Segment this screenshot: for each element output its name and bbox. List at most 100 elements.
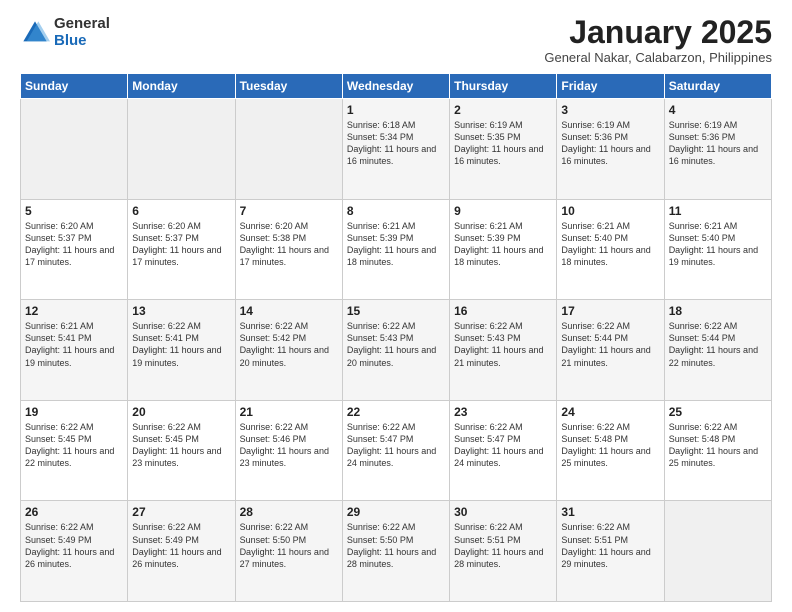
page: General Blue January 2025 General Nakar,… [0, 0, 792, 612]
day-number: 18 [669, 304, 767, 318]
day-number: 19 [25, 405, 123, 419]
calendar-day-cell: 14 Sunrise: 6:22 AM Sunset: 5:42 PM Dayli… [235, 300, 342, 401]
day-info: Sunrise: 6:22 AM Sunset: 5:51 PM Dayligh… [454, 521, 552, 570]
calendar-day-cell [21, 99, 128, 200]
day-number: 17 [561, 304, 659, 318]
day-number: 26 [25, 505, 123, 519]
calendar-day-cell: 31 Sunrise: 6:22 AM Sunset: 5:51 PM Dayli… [557, 501, 664, 602]
calendar-day-cell: 30 Sunrise: 6:22 AM Sunset: 5:51 PM Dayli… [450, 501, 557, 602]
day-info: Sunrise: 6:22 AM Sunset: 5:47 PM Dayligh… [347, 421, 445, 470]
calendar-day-cell: 23 Sunrise: 6:22 AM Sunset: 5:47 PM Dayli… [450, 400, 557, 501]
calendar-day-cell: 12 Sunrise: 6:21 AM Sunset: 5:41 PM Dayli… [21, 300, 128, 401]
day-info: Sunrise: 6:20 AM Sunset: 5:38 PM Dayligh… [240, 220, 338, 269]
calendar-header: SundayMondayTuesdayWednesdayThursdayFrid… [21, 74, 772, 99]
calendar-day-cell: 15 Sunrise: 6:22 AM Sunset: 5:43 PM Dayli… [342, 300, 449, 401]
calendar-day-cell: 18 Sunrise: 6:22 AM Sunset: 5:44 PM Dayli… [664, 300, 771, 401]
logo-icon [20, 18, 50, 48]
day-number: 14 [240, 304, 338, 318]
day-number: 29 [347, 505, 445, 519]
day-info: Sunrise: 6:21 AM Sunset: 5:40 PM Dayligh… [669, 220, 767, 269]
day-number: 30 [454, 505, 552, 519]
day-info: Sunrise: 6:22 AM Sunset: 5:46 PM Dayligh… [240, 421, 338, 470]
day-number: 2 [454, 103, 552, 117]
calendar-day-cell [235, 99, 342, 200]
title-block: January 2025 General Nakar, Calabarzon, … [544, 16, 772, 65]
title-month: January 2025 [544, 16, 772, 48]
day-info: Sunrise: 6:21 AM Sunset: 5:41 PM Dayligh… [25, 320, 123, 369]
calendar-week-row: 1Sunrise: 6:18 AM Sunset: 5:34 PM Daylig… [21, 99, 772, 200]
logo-general: General [54, 16, 110, 33]
weekday-header: Monday [128, 74, 235, 99]
calendar-table: SundayMondayTuesdayWednesdayThursdayFrid… [20, 73, 772, 602]
logo-blue-text: Blue [54, 33, 110, 50]
day-number: 7 [240, 204, 338, 218]
day-number: 6 [132, 204, 230, 218]
day-number: 31 [561, 505, 659, 519]
day-info: Sunrise: 6:19 AM Sunset: 5:36 PM Dayligh… [561, 119, 659, 168]
day-info: Sunrise: 6:22 AM Sunset: 5:51 PM Dayligh… [561, 521, 659, 570]
day-info: Sunrise: 6:22 AM Sunset: 5:50 PM Dayligh… [347, 521, 445, 570]
day-info: Sunrise: 6:22 AM Sunset: 5:49 PM Dayligh… [25, 521, 123, 570]
calendar-week-row: 12 Sunrise: 6:21 AM Sunset: 5:41 PM Dayli… [21, 300, 772, 401]
day-info: Sunrise: 6:21 AM Sunset: 5:39 PM Dayligh… [454, 220, 552, 269]
calendar-day-cell: 20 Sunrise: 6:22 AM Sunset: 5:45 PM Dayli… [128, 400, 235, 501]
day-number: 25 [669, 405, 767, 419]
day-number: 4 [669, 103, 767, 117]
calendar-day-cell: 6 Sunrise: 6:20 AM Sunset: 5:37 PM Daylig… [128, 199, 235, 300]
weekday-header: Wednesday [342, 74, 449, 99]
calendar-day-cell: 28 Sunrise: 6:22 AM Sunset: 5:50 PM Dayli… [235, 501, 342, 602]
calendar-week-row: 19 Sunrise: 6:22 AM Sunset: 5:45 PM Dayli… [21, 400, 772, 501]
day-info: Sunrise: 6:20 AM Sunset: 5:37 PM Dayligh… [25, 220, 123, 269]
calendar-body: 1Sunrise: 6:18 AM Sunset: 5:34 PM Daylig… [21, 99, 772, 602]
title-location: General Nakar, Calabarzon, Philippines [544, 50, 772, 65]
day-number: 13 [132, 304, 230, 318]
day-info: Sunrise: 6:22 AM Sunset: 5:50 PM Dayligh… [240, 521, 338, 570]
day-number: 23 [454, 405, 552, 419]
calendar-day-cell: 4 Sunrise: 6:19 AM Sunset: 5:36 PM Daylig… [664, 99, 771, 200]
calendar-day-cell [128, 99, 235, 200]
day-info: Sunrise: 6:22 AM Sunset: 5:45 PM Dayligh… [132, 421, 230, 470]
day-info: Sunrise: 6:22 AM Sunset: 5:49 PM Dayligh… [132, 521, 230, 570]
calendar-day-cell: 29 Sunrise: 6:22 AM Sunset: 5:50 PM Dayli… [342, 501, 449, 602]
day-number: 16 [454, 304, 552, 318]
day-info: Sunrise: 6:20 AM Sunset: 5:37 PM Dayligh… [132, 220, 230, 269]
day-info: Sunrise: 6:22 AM Sunset: 5:47 PM Dayligh… [454, 421, 552, 470]
day-info: Sunrise: 6:22 AM Sunset: 5:41 PM Dayligh… [132, 320, 230, 369]
day-info: Sunrise: 6:22 AM Sunset: 5:48 PM Dayligh… [669, 421, 767, 470]
calendar-day-cell: 10Sunrise: 6:21 AM Sunset: 5:40 PM Dayli… [557, 199, 664, 300]
day-number: 20 [132, 405, 230, 419]
calendar-day-cell: 11 Sunrise: 6:21 AM Sunset: 5:40 PM Dayli… [664, 199, 771, 300]
day-info: Sunrise: 6:22 AM Sunset: 5:44 PM Dayligh… [669, 320, 767, 369]
calendar-day-cell: 27Sunrise: 6:22 AM Sunset: 5:49 PM Dayli… [128, 501, 235, 602]
calendar-day-cell: 3 Sunrise: 6:19 AM Sunset: 5:36 PM Daylig… [557, 99, 664, 200]
logo: General Blue [20, 16, 110, 49]
weekday-header: Thursday [450, 74, 557, 99]
calendar-day-cell: 8 Sunrise: 6:21 AM Sunset: 5:39 PM Daylig… [342, 199, 449, 300]
calendar-day-cell: 25 Sunrise: 6:22 AM Sunset: 5:48 PM Dayli… [664, 400, 771, 501]
day-number: 24 [561, 405, 659, 419]
day-info: Sunrise: 6:22 AM Sunset: 5:48 PM Dayligh… [561, 421, 659, 470]
weekday-header: Saturday [664, 74, 771, 99]
day-number: 15 [347, 304, 445, 318]
calendar-day-cell: 13 Sunrise: 6:22 AM Sunset: 5:41 PM Dayli… [128, 300, 235, 401]
logo-text: General Blue [54, 16, 110, 49]
day-info: Sunrise: 6:18 AM Sunset: 5:34 PM Dayligh… [347, 119, 445, 168]
calendar-day-cell: 17 Sunrise: 6:22 AM Sunset: 5:44 PM Dayli… [557, 300, 664, 401]
calendar-day-cell: 24 Sunrise: 6:22 AM Sunset: 5:48 PM Dayli… [557, 400, 664, 501]
day-number: 3 [561, 103, 659, 117]
day-info: Sunrise: 6:22 AM Sunset: 5:44 PM Dayligh… [561, 320, 659, 369]
header: General Blue January 2025 General Nakar,… [20, 16, 772, 65]
day-info: Sunrise: 6:21 AM Sunset: 5:40 PM Dayligh… [561, 220, 659, 269]
day-number: 11 [669, 204, 767, 218]
day-info: Sunrise: 6:21 AM Sunset: 5:39 PM Dayligh… [347, 220, 445, 269]
day-info: Sunrise: 6:22 AM Sunset: 5:42 PM Dayligh… [240, 320, 338, 369]
day-number: 28 [240, 505, 338, 519]
day-number: 8 [347, 204, 445, 218]
day-info: Sunrise: 6:19 AM Sunset: 5:36 PM Dayligh… [669, 119, 767, 168]
calendar-day-cell: 2Sunrise: 6:19 AM Sunset: 5:35 PM Daylig… [450, 99, 557, 200]
day-number: 21 [240, 405, 338, 419]
day-info: Sunrise: 6:22 AM Sunset: 5:43 PM Dayligh… [347, 320, 445, 369]
day-number: 12 [25, 304, 123, 318]
weekday-header: Tuesday [235, 74, 342, 99]
calendar-week-row: 5Sunrise: 6:20 AM Sunset: 5:37 PM Daylig… [21, 199, 772, 300]
